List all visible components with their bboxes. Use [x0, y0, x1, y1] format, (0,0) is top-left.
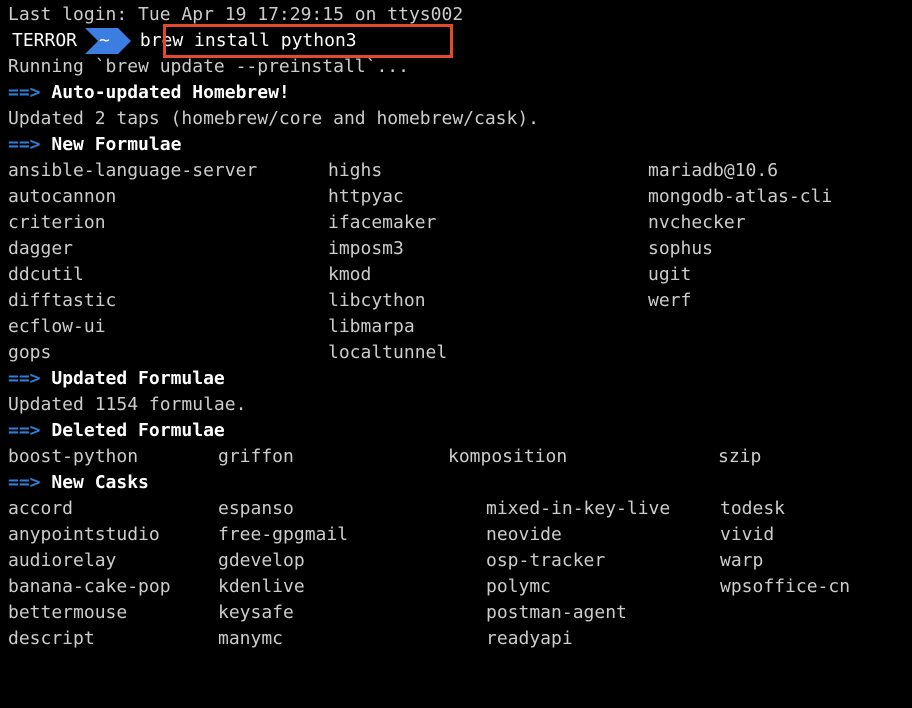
list-item: audiorelay: [8, 548, 218, 574]
list-item: criterion: [8, 210, 328, 236]
section-new-casks: ==> New Casks: [8, 470, 904, 496]
list-item: szip: [718, 444, 904, 470]
list-row: autocannonhttpyacmongodb-atlas-cli: [8, 184, 904, 210]
list-row: ecflow-uilibmarpa: [8, 314, 904, 340]
deleted-formulae-grid: boost-pythongriffonkompositionszip: [8, 444, 904, 470]
list-item: imposm3: [328, 236, 648, 262]
list-item: mixed-in-key-live: [486, 496, 720, 522]
list-item: anypointstudio: [8, 522, 218, 548]
list-item: readyapi: [486, 626, 720, 652]
list-item: espanso: [218, 496, 486, 522]
list-item: wpsoffice-cn: [720, 574, 904, 600]
list-item: ugit: [648, 262, 904, 288]
auto-updated-label: Auto-updated Homebrew!: [51, 82, 289, 103]
last-login-line: Last login: Tue Apr 19 17:29:15 on ttys0…: [8, 2, 904, 28]
list-item: todesk: [720, 496, 904, 522]
list-item: accord: [8, 496, 218, 522]
prompt-line[interactable]: TERROR ~ brew install python3: [8, 28, 904, 54]
list-item: vivid: [720, 522, 904, 548]
prompt-cwd: ~: [99, 28, 110, 54]
list-item: komposition: [448, 444, 718, 470]
section-updated-formulae: ==> Updated Formulae: [8, 366, 904, 392]
updated-formulae-label: Updated Formulae: [51, 368, 224, 389]
list-item: gops: [8, 340, 328, 366]
list-item: boost-python: [8, 444, 218, 470]
list-item: manymc: [218, 626, 486, 652]
list-row: audiorelaygdeveloposp-trackerwarp: [8, 548, 904, 574]
new-formulae-grid: ansible-language-serverhighsmariadb@10.6…: [8, 158, 904, 366]
list-item: mongodb-atlas-cli: [648, 184, 904, 210]
list-item: keysafe: [218, 600, 486, 626]
arrow-icon: ==>: [8, 134, 41, 155]
list-item: postman-agent: [486, 600, 720, 626]
list-item: nvchecker: [648, 210, 904, 236]
list-item: descript: [8, 626, 218, 652]
list-item: httpyac: [328, 184, 648, 210]
list-item: neovide: [486, 522, 720, 548]
list-item: localtunnel: [328, 340, 648, 366]
arrow-icon: ==>: [8, 82, 41, 103]
list-row: ansible-language-serverhighsmariadb@10.6: [8, 158, 904, 184]
list-item: osp-tracker: [486, 548, 720, 574]
section-new-formulae: ==> New Formulae: [8, 132, 904, 158]
list-row: descriptmanymcreadyapi: [8, 626, 904, 652]
list-item: [720, 600, 904, 626]
list-item: banana-cake-pop: [8, 574, 218, 600]
updated-count-line: Updated 1154 formulae.: [8, 392, 904, 418]
section-deleted-formulae: ==> Deleted Formulae: [8, 418, 904, 444]
list-item: [720, 626, 904, 652]
list-row: difftasticlibcythonwerf: [8, 288, 904, 314]
list-row: accordespansomixed-in-key-livetodesk: [8, 496, 904, 522]
list-item: griffon: [218, 444, 448, 470]
list-item: warp: [720, 548, 904, 574]
prompt-cwd-segment: ~: [85, 28, 118, 54]
deleted-formulae-label: Deleted Formulae: [51, 420, 224, 441]
new-casks-label: New Casks: [51, 472, 149, 493]
list-item: free-gpgmail: [218, 522, 486, 548]
list-row: gopslocaltunnel: [8, 340, 904, 366]
list-item: ifacemaker: [328, 210, 648, 236]
list-row: criterionifacemakernvchecker: [8, 210, 904, 236]
new-casks-grid: accordespansomixed-in-key-livetodeskanyp…: [8, 496, 904, 652]
list-row: daggerimposm3sophus: [8, 236, 904, 262]
list-item: dagger: [8, 236, 328, 262]
list-row: anypointstudiofree-gpgmailneovidevivid: [8, 522, 904, 548]
list-item: kdenlive: [218, 574, 486, 600]
list-item: werf: [648, 288, 904, 314]
list-item: difftastic: [8, 288, 328, 314]
arrow-icon: ==>: [8, 420, 41, 441]
list-row: banana-cake-popkdenlivepolymcwpsoffice-c…: [8, 574, 904, 600]
arrow-icon: ==>: [8, 368, 41, 389]
list-item: libmarpa: [328, 314, 648, 340]
list-item: [648, 314, 904, 340]
list-item: polymc: [486, 574, 720, 600]
list-item: sophus: [648, 236, 904, 262]
running-line: Running `brew update --preinstall`...: [8, 54, 904, 80]
prompt-command[interactable]: brew install python3: [140, 28, 357, 54]
list-item: ddcutil: [8, 262, 328, 288]
list-item: [648, 340, 904, 366]
updated-taps-line: Updated 2 taps (homebrew/core and homebr…: [8, 106, 904, 132]
list-item: ansible-language-server: [8, 158, 328, 184]
list-item: gdevelop: [218, 548, 486, 574]
prompt-host: TERROR: [8, 28, 87, 54]
list-item: ecflow-ui: [8, 314, 328, 340]
section-auto-updated: ==> Auto-updated Homebrew!: [8, 80, 904, 106]
list-item: highs: [328, 158, 648, 184]
list-row: boost-pythongriffonkompositionszip: [8, 444, 904, 470]
arrow-icon: ==>: [8, 472, 41, 493]
list-item: autocannon: [8, 184, 328, 210]
list-item: kmod: [328, 262, 648, 288]
list-item: bettermouse: [8, 600, 218, 626]
new-formulae-label: New Formulae: [51, 134, 181, 155]
list-row: bettermousekeysafepostman-agent: [8, 600, 904, 626]
list-row: ddcutilkmodugit: [8, 262, 904, 288]
list-item: libcython: [328, 288, 648, 314]
list-item: mariadb@10.6: [648, 158, 904, 184]
